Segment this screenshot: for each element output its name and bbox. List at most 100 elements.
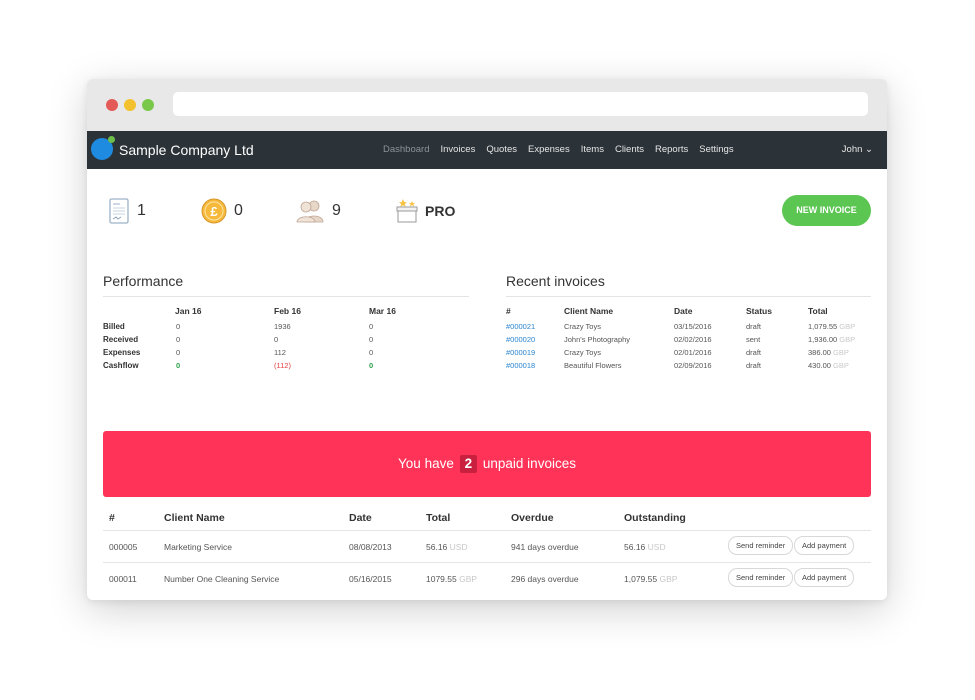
address-bar[interactable] (173, 92, 868, 116)
stat-clients[interactable]: 9 (295, 197, 341, 225)
perf-row-label: Cashflow (103, 361, 139, 370)
recent-col-header: # (506, 306, 511, 316)
new-invoice-button[interactable]: NEW INVOICE (782, 195, 871, 226)
nav-reports[interactable]: Reports (655, 131, 688, 169)
invoice-status: draft (746, 348, 762, 357)
maximize-window-button[interactable] (142, 99, 154, 111)
clients-group-icon (296, 200, 324, 223)
performance-divider (103, 296, 469, 297)
nav-dashboard[interactable]: Dashboard (383, 131, 429, 169)
pound-coin-icon: £ (201, 198, 227, 224)
svg-text:£: £ (210, 204, 218, 219)
invoice-date: 02/09/2016 (674, 361, 712, 370)
add-payment-button[interactable]: Add payment (794, 536, 855, 555)
perf-value: 0 (369, 335, 374, 344)
unpaid-count-badge: 2 (459, 455, 478, 473)
invoice-client: Crazy Toys (564, 322, 601, 331)
invoice-link[interactable]: #000018 (506, 361, 535, 370)
invoice-total: 1,936.00 GBP (808, 335, 855, 344)
nav-items[interactable]: Items (581, 131, 604, 169)
unpaid-outstanding-currency: USD (647, 542, 666, 552)
stat-invoices[interactable]: 1 (108, 197, 146, 225)
performance-title: Performance (103, 273, 184, 289)
banner-prefix: You have (398, 456, 454, 471)
invoice-client: John's Photography (564, 335, 631, 344)
gift-box-icon (396, 199, 418, 223)
unpaid-outstanding: 1,079.55 GBP (624, 574, 677, 584)
stat-plan[interactable]: PRO (395, 197, 455, 225)
dashboard-content: 1 £ 0 9 PRO NEW INVOICE Performance Jan … (87, 169, 887, 600)
unpaid-total: 56.16 USD (426, 542, 468, 552)
perf-row-label: Expenses (103, 348, 141, 357)
unpaid-outstanding-amount: 56.16 (624, 542, 646, 552)
perf-value: (112) (274, 361, 291, 370)
invoice-client: Beautiful Flowers (564, 361, 622, 370)
nav-invoices[interactable]: Invoices (440, 131, 475, 169)
recent-col-header: Total (808, 306, 828, 316)
nav-clients[interactable]: Clients (615, 131, 644, 169)
invoice-link[interactable]: #000019 (506, 348, 535, 357)
company-logo-icon (91, 136, 115, 160)
browser-chrome (87, 79, 887, 131)
perf-value: 0 (176, 322, 181, 331)
close-window-button[interactable] (106, 99, 118, 111)
invoice-currency: GBP (833, 348, 849, 357)
stat-payments[interactable]: £ 0 (201, 197, 243, 225)
payments-count: 0 (234, 202, 243, 219)
invoice-total-amount: 1,079.55 (808, 322, 838, 331)
invoice-date: 03/15/2016 (674, 322, 712, 331)
perf-col-header: Mar 16 (369, 306, 396, 316)
recent-col-header: Client Name (564, 306, 614, 316)
browser-window: Sample Company Ltd Dashboard Invoices Qu… (87, 79, 887, 600)
invoice-total: 386.00 GBP (808, 348, 849, 357)
invoice-link[interactable]: #000020 (506, 335, 535, 344)
user-menu[interactable]: John ⌄ (842, 131, 873, 169)
invoice-date: 02/02/2016 (674, 335, 712, 344)
company-name[interactable]: Sample Company Ltd (119, 131, 254, 169)
minimize-window-button[interactable] (124, 99, 136, 111)
unpaid-invoices-banner: You have 2 unpaid invoices (103, 431, 871, 497)
unpaid-date: 08/08/2013 (349, 542, 392, 552)
plan-label: PRO (425, 203, 456, 219)
unpaid-invoice-link[interactable]: 000005 (109, 542, 137, 552)
nav-settings[interactable]: Settings (699, 131, 733, 169)
invoice-link[interactable]: #000021 (506, 322, 535, 331)
invoice-client: Crazy Toys (564, 348, 601, 357)
unpaid-invoice-link[interactable]: 000011 (109, 574, 137, 584)
perf-value: 0 (176, 348, 181, 357)
unpaid-row-divider (103, 562, 871, 563)
unpaid-col-header: Date (349, 512, 372, 524)
perf-value: 0 (176, 335, 181, 344)
recent-invoices-title: Recent invoices (506, 273, 605, 289)
invoice-currency: GBP (839, 335, 856, 344)
perf-row-label: Billed (103, 322, 125, 331)
send-reminder-button[interactable]: Send reminder (728, 568, 794, 587)
recent-invoices-divider (506, 296, 871, 297)
unpaid-total-amount: 56.16 (426, 542, 448, 552)
invoice-currency: GBP (839, 322, 856, 331)
perf-value: 0 (369, 348, 374, 357)
invoice-status: draft (746, 322, 762, 331)
unpaid-total-currency: GBP (459, 574, 478, 584)
unpaid-client: Marketing Service (164, 542, 233, 552)
perf-value: 112 (274, 348, 286, 357)
recent-col-header: Date (674, 306, 693, 316)
invoice-total: 430.00 GBP (808, 361, 849, 370)
perf-value: 0 (176, 361, 181, 370)
banner-suffix: unpaid invoices (482, 456, 576, 471)
invoice-total: 1,079.55 GBP (808, 322, 855, 331)
add-payment-button[interactable]: Add payment (794, 568, 855, 587)
invoice-status: draft (746, 361, 762, 370)
unpaid-header-divider (103, 530, 871, 531)
unpaid-total: 1079.55 GBP (426, 574, 477, 584)
perf-col-header: Feb 16 (274, 306, 301, 316)
top-navbar: Sample Company Ltd Dashboard Invoices Qu… (87, 131, 887, 169)
invoice-status: sent (746, 335, 761, 344)
unpaid-col-header: Total (426, 512, 451, 524)
send-reminder-button[interactable]: Send reminder (728, 536, 794, 555)
perf-value: 0 (369, 322, 374, 331)
invoice-currency: GBP (833, 361, 849, 370)
nav-quotes[interactable]: Quotes (486, 131, 517, 169)
perf-value: 1936 (274, 322, 291, 331)
nav-expenses[interactable]: Expenses (528, 131, 570, 169)
